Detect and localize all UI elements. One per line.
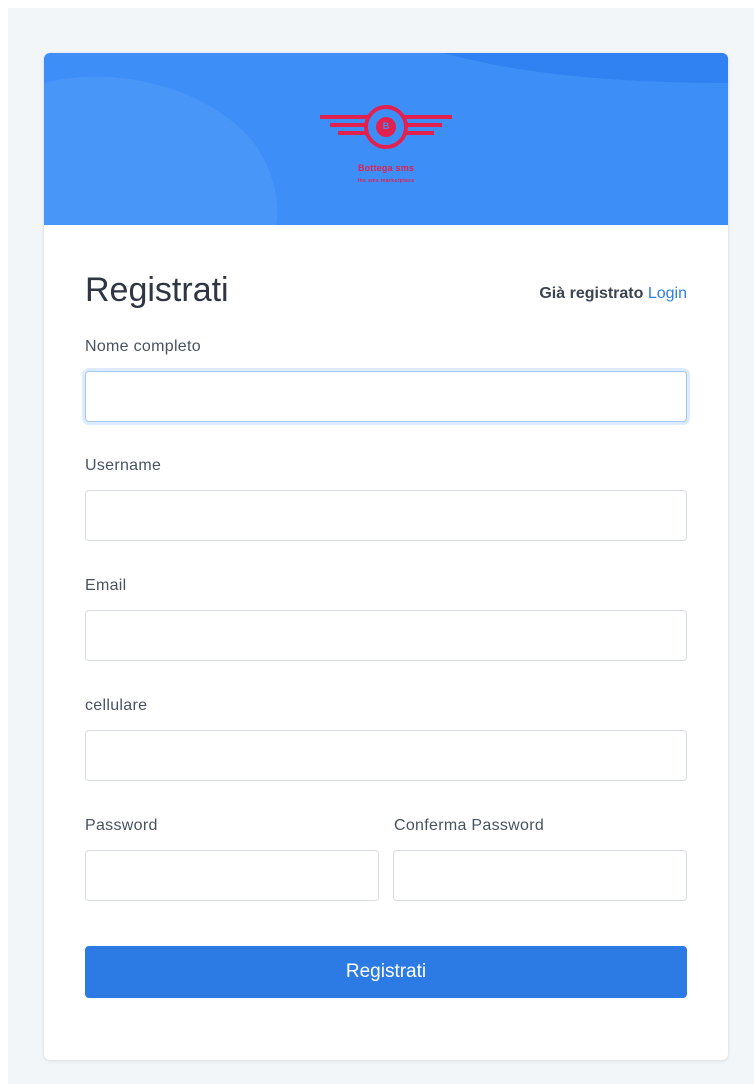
header-banner: B Bottega sms the sms marketplace (44, 53, 728, 225)
page-title: Registrati (85, 271, 229, 309)
confirm-password-input[interactable] (393, 850, 687, 901)
already-registered-text: Già registrato (539, 285, 644, 302)
password-input[interactable] (85, 850, 379, 901)
confirm-password-label: Conferma Password (394, 817, 545, 834)
email-input[interactable] (85, 610, 687, 661)
brand-logo: B Bottega sms the sms marketplace (316, 97, 456, 197)
brand-name: Bottega sms (357, 163, 415, 173)
register-button[interactable]: Registrati (85, 946, 687, 998)
password-label: Password (85, 817, 158, 834)
full-name-input[interactable] (85, 371, 687, 422)
login-link[interactable]: Login (648, 285, 687, 302)
phone-input[interactable] (85, 730, 687, 781)
username-input[interactable] (85, 490, 687, 541)
logo-letter: B (382, 121, 390, 131)
full-name-label: Nome completo (85, 338, 201, 355)
brand-tagline: the sms marketplace (357, 178, 415, 184)
email-label: Email (85, 577, 127, 594)
phone-label: cellulare (85, 697, 148, 714)
register-card: B Bottega sms the sms marketplace Regist… (44, 53, 728, 1060)
already-registered-line: Già registrato Login (539, 285, 687, 303)
username-label: Username (85, 457, 162, 474)
